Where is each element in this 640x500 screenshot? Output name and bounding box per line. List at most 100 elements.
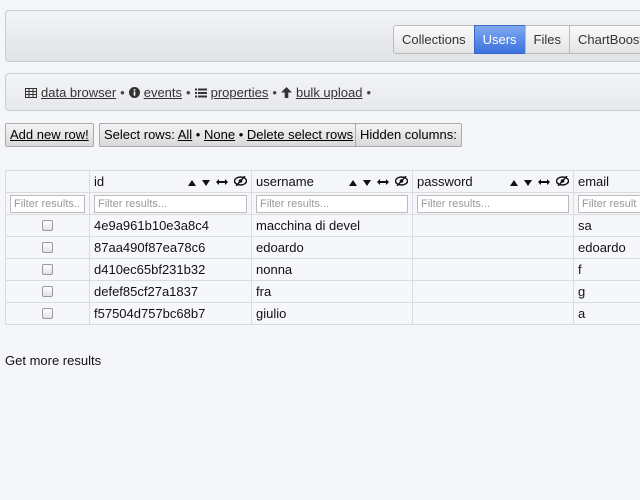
- table-row: 87aa490f87ea78c6 edoardo edoardo: [5, 236, 640, 259]
- nav-separator: •: [366, 85, 372, 100]
- cell-username[interactable]: giulio: [251, 302, 413, 325]
- data-browser-link[interactable]: data browser: [25, 85, 116, 100]
- table-icon: [25, 87, 37, 98]
- nav-separator: •: [120, 85, 125, 100]
- nav-separator: •: [186, 85, 191, 100]
- table-header-row: id username password email: [5, 170, 640, 193]
- cell-id[interactable]: defef85cf27a1837: [89, 280, 252, 303]
- filter-input-select[interactable]: [10, 194, 85, 213]
- column-title: password: [417, 174, 473, 189]
- cell-id[interactable]: 87aa490f87ea78c6: [89, 236, 252, 259]
- delete-selected-rows-link[interactable]: Delete select rows: [247, 127, 353, 142]
- filter-input-email[interactable]: [578, 194, 640, 213]
- filter-cell: [89, 192, 252, 215]
- table-row: defef85cf27a1837 fra g: [5, 280, 640, 303]
- resize-column-icon[interactable]: [377, 174, 389, 189]
- bulk-upload-link[interactable]: bulk upload: [280, 85, 362, 100]
- table-row: f57504d757bc68b7 giulio a: [5, 302, 640, 325]
- events-label: events: [143, 85, 183, 100]
- resize-column-icon[interactable]: [538, 174, 550, 189]
- cell-email[interactable]: f: [573, 258, 640, 281]
- sort-descending-icon[interactable]: [202, 174, 210, 189]
- table-row: 4e9a961b10e3a8c4 macchina di devel sa: [5, 214, 640, 237]
- column-title: id: [94, 174, 105, 189]
- row-select-cell: [5, 280, 90, 303]
- filter-input-password[interactable]: [417, 194, 569, 213]
- column-header-id: id: [89, 170, 252, 193]
- cell-id[interactable]: d410ec65bf231b32: [89, 258, 252, 281]
- cell-password[interactable]: [412, 214, 574, 237]
- cell-email[interactable]: edoardo: [573, 236, 640, 259]
- table-row: d410ec65bf231b32 nonna f: [5, 258, 640, 281]
- filter-input-username[interactable]: [256, 194, 408, 213]
- select-all-link[interactable]: All: [178, 127, 192, 142]
- column-title: username: [256, 174, 314, 189]
- cell-email[interactable]: sa: [573, 214, 640, 237]
- column-header-email: email: [573, 170, 640, 193]
- list-icon: [194, 88, 207, 98]
- cell-password[interactable]: [412, 258, 574, 281]
- add-new-row-button[interactable]: Add new row!: [5, 123, 94, 147]
- row-select-cell: [5, 302, 90, 325]
- toolbar-separator: •: [238, 127, 244, 142]
- nav-separator: •: [272, 85, 277, 100]
- column-header-username: username: [251, 170, 413, 193]
- cell-username[interactable]: macchina di devel: [251, 214, 413, 237]
- column-header-password: password: [412, 170, 574, 193]
- upload-arrow-icon: [280, 87, 292, 98]
- row-select-cell: [5, 236, 90, 259]
- row-checkbox[interactable]: [42, 220, 53, 231]
- sort-descending-icon[interactable]: [524, 174, 532, 189]
- row-select-cell: [5, 258, 90, 281]
- hide-column-icon[interactable]: [233, 174, 248, 189]
- resize-column-icon[interactable]: [216, 174, 228, 189]
- sort-ascending-icon[interactable]: [188, 174, 196, 189]
- tab-collections[interactable]: Collections: [393, 25, 475, 54]
- add-new-row-label: Add new row!: [10, 127, 89, 142]
- tab-users[interactable]: Users: [473, 25, 526, 54]
- filter-cell: [412, 192, 574, 215]
- properties-label: properties: [210, 85, 269, 100]
- row-checkbox[interactable]: [42, 264, 53, 275]
- select-rows-control: Select rows: All • None • Delete select …: [99, 123, 359, 147]
- row-checkbox[interactable]: [42, 308, 53, 319]
- select-column-header: [5, 170, 90, 193]
- sort-ascending-icon[interactable]: [510, 174, 518, 189]
- cell-username[interactable]: fra: [251, 280, 413, 303]
- cell-username[interactable]: edoardo: [251, 236, 413, 259]
- tab-chartboost[interactable]: ChartBoost: [569, 25, 640, 54]
- select-rows-label: Select rows:: [104, 127, 175, 142]
- select-none-link[interactable]: None: [204, 127, 235, 142]
- row-checkbox[interactable]: [42, 242, 53, 253]
- column-title: email: [578, 174, 610, 189]
- filter-cell: [5, 192, 90, 215]
- cell-password[interactable]: [412, 236, 574, 259]
- filter-cell: [251, 192, 413, 215]
- sub-nav-links: data browser • events • properties • bul…: [25, 85, 375, 100]
- tab-files[interactable]: Files: [524, 25, 570, 54]
- info-icon: [128, 87, 140, 98]
- hidden-columns-button[interactable]: Hidden columns:: [355, 123, 462, 147]
- data-table: id username password email Filter result…: [5, 170, 640, 325]
- filter-row: [5, 192, 640, 215]
- row-select-cell: [5, 214, 90, 237]
- cell-email[interactable]: g: [573, 280, 640, 303]
- hide-column-icon[interactable]: [555, 174, 570, 189]
- sort-ascending-icon[interactable]: [349, 174, 357, 189]
- main-tabs: Collections Users Files ChartBoost: [393, 25, 640, 54]
- cell-email[interactable]: a: [573, 302, 640, 325]
- filter-input-id[interactable]: [94, 194, 247, 213]
- properties-link[interactable]: properties: [194, 85, 269, 100]
- events-link[interactable]: events: [128, 85, 183, 100]
- cell-password[interactable]: [412, 302, 574, 325]
- cell-username[interactable]: nonna: [251, 258, 413, 281]
- cell-id[interactable]: 4e9a961b10e3a8c4: [89, 214, 252, 237]
- cell-password[interactable]: [412, 280, 574, 303]
- sub-navigation-bar: data browser • events • properties • bul…: [5, 73, 640, 111]
- cell-id[interactable]: f57504d757bc68b7: [89, 302, 252, 325]
- get-more-results-link[interactable]: Get more results: [5, 353, 101, 368]
- hide-column-icon[interactable]: [394, 174, 409, 189]
- row-checkbox[interactable]: [42, 286, 53, 297]
- sort-descending-icon[interactable]: [363, 174, 371, 189]
- toolbar-separator: •: [195, 127, 201, 142]
